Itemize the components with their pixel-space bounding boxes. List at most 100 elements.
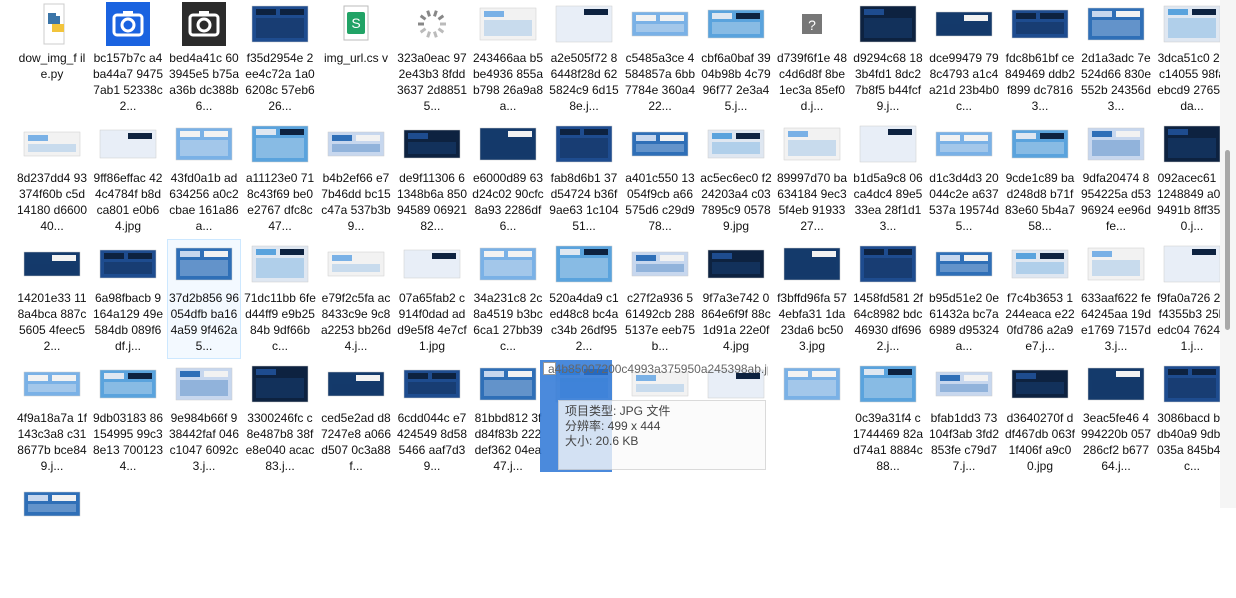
file-item[interactable]: 9cde1c89 bad248d8 b71f83e60 5b4a758...: [1004, 120, 1076, 238]
file-name: 1458fd581 2f64c8982 bdc46930 df6962.j...: [852, 291, 924, 353]
file-item[interactable]: e6000d89 63d24c02 90cfc8a93 2286df6...: [472, 120, 544, 238]
file-item[interactable]: 3eac5fe46 4994220b 057286cf2 b67764.j...: [1080, 360, 1152, 478]
file-item[interactable]: c27f2a936 561492cb 2885137e eeb75b...: [624, 240, 696, 358]
file-name: 89997d70 ba634184 9ec35f4eb 9193327...: [776, 171, 848, 233]
file-item[interactable]: 71dc11bb 6fed44ff9 e9b2584b 9df66bc...: [244, 240, 316, 358]
file-name: e6000d89 63d24c02 90cfc8a93 2286df6...: [472, 171, 544, 233]
image-thumbnail: [172, 242, 236, 286]
image-thumbnail: [552, 242, 616, 286]
unknown-icon: ?: [780, 2, 844, 46]
image-thumbnail: [704, 242, 768, 286]
file-item[interactable]: e79f2c5fa ac8433c9e 9c8a2253 bb26d4.j...: [320, 240, 392, 358]
file-item[interactable]: 34a231c8 2c8a4519 b3bc6ca1 27bb39c...: [472, 240, 544, 358]
file-item[interactable]: 633aaf622 fe64245aa 19de1769 7157d3.j...: [1080, 240, 1152, 358]
file-item[interactable]: cbf6a0baf 3904b98b 4c7996f77 2e3a45.j...: [700, 0, 772, 118]
scrollbar-thumb[interactable]: [1225, 150, 1230, 330]
file-item[interactable]: 07a65fab2 c914f0dad add9e5f8 4e7cf1.jpg: [396, 240, 468, 358]
file-name: 07a65fab2 c914f0dad add9e5f8 4e7cf1.jpg: [397, 291, 467, 353]
file-item[interactable]: 14201e33 118a4bca 887c5605 4feec52...: [16, 240, 88, 358]
file-item[interactable]: 0c39a31f4 c1744469 82ad74a1 8884c88...: [852, 360, 924, 478]
file-item[interactable]: bc157b7c a4ba44a7 94757ab1 52338c2...: [92, 0, 164, 118]
file-item[interactable]: 323a0eac 972e43b3 8fdd3637 2d88515...: [396, 0, 468, 118]
file-item[interactable]: 9f7a3e742 0864e6f9f 88c1d91a 22e0f4.jpg: [700, 240, 772, 358]
file-item[interactable]: ced5e2ad d87247e8 a066d507 0c3a88f...: [320, 360, 392, 478]
file-item[interactable]: fab8d6b1 37d54724 b36f9ae63 1c10451...: [548, 120, 620, 238]
file-item[interactable]: a11123e0 718c43f69 be0e2767 dfc8c47...: [244, 120, 316, 238]
image-thumbnail: [932, 122, 996, 166]
image-thumbnail: [20, 362, 84, 406]
file-item[interactable]: d9294c68 183b4fd1 8dc27b8f5 b44fcf9.j...: [852, 0, 924, 118]
file-item[interactable]: c5485a3ce 4584857a 6bb7784e 360a422...: [624, 0, 696, 118]
loading-icon: [400, 2, 464, 46]
file-item[interactable]: f7c4b3653 1244eaca e220fd786 a2a9e7.j...: [1004, 240, 1076, 358]
file-item[interactable]: 81bbd812 3fd84f83b 222def362 04ea47.j...: [472, 360, 544, 478]
file-item[interactable]: 43fd0a1b ad634256 a0c2cbae 161a86a...: [168, 120, 240, 238]
file-item[interactable]: d3640270f ddf467db 063f1f406f a9c00.jpg: [1004, 360, 1076, 478]
file-name: a2e505f72 86448f28d 625824c9 6d158e.j...: [549, 51, 619, 113]
image-thumbnail: [932, 362, 996, 406]
file-item[interactable]: [16, 480, 88, 598]
file-item[interactable]: fdc8b61bf ce849469 ddb2f899 dc78163...: [1004, 0, 1076, 118]
file-name: 6a98fbacb 9164a129 49e584db 089f6df.j...: [92, 291, 164, 353]
file-item[interactable]: 3300246fc c8e487b8 38fe8e040 acac83.j...: [244, 360, 316, 478]
file-name: d9294c68 183b4fd1 8dc27b8f5 b44fcf9.j...: [853, 51, 923, 113]
file-item[interactable]: 6cdd044c e7424549 8d585466 aaf7d39...: [396, 360, 468, 478]
image-thumbnail: [172, 362, 236, 406]
image-thumbnail: [1084, 362, 1148, 406]
file-item[interactable]: f3bffd96fa 574ebfa31 1da23da6 bc503.jpg: [776, 240, 848, 358]
file-name: 43fd0a1b ad634256 a0c2cbae 161a86a...: [169, 171, 239, 233]
file-name: 633aaf622 fe64245aa 19de1769 7157d3.j...: [1080, 291, 1152, 353]
file-item[interactable]: 6a98fbacb 9164a129 49e584db 089f6df.j...: [92, 240, 164, 358]
file-item[interactable]: de9f11306 61348b6a 85094589 0692182...: [396, 120, 468, 238]
file-item[interactable]: 4f9a18a7a 1f143c3a8 c318677b bce849.j...: [16, 360, 88, 478]
image-thumbnail: [628, 242, 692, 286]
image-thumbnail: [1008, 122, 1072, 166]
file-name: 323a0eac 972e43b3 8fdd3637 2d88515...: [396, 51, 468, 113]
file-item[interactable]: 520a4da9 c1ed48c8 bc4ac34b 26df952...: [548, 240, 620, 358]
file-item[interactable]: b95d51e2 0e61432a bc7a6989 d95324a...: [928, 240, 1000, 358]
file-item[interactable]: a2e505f72 86448f28d 625824c9 6d158e.j...: [548, 0, 620, 118]
file-item[interactable]: Simg_url.cs v: [320, 0, 392, 118]
file-item[interactable]: b1d5a9c8 06ca4dc4 89e533ea 28f1d13...: [852, 120, 924, 238]
file-item[interactable]: f9fa0a726 24f4355b3 25bedc04 7624b1.j...: [1156, 240, 1228, 358]
file-item[interactable]: b4b2ef66 e77b46dd bc15c47a 537b3b9...: [320, 120, 392, 238]
vertical-scrollbar[interactable]: [1220, 0, 1236, 508]
file-item[interactable]: 9ff86effac 424c4784f b8dca801 e0b64.jpg: [92, 120, 164, 238]
file-item[interactable]: [776, 360, 848, 478]
file-item[interactable]: 3dca51c0 20c14055 98faebcd9 27658da...: [1156, 0, 1228, 118]
file-item[interactable]: f35d2954e 2ee4c72a 1a06208c 57eb626...: [244, 0, 316, 118]
file-item[interactable]: 9dfa20474 8954225a d5396924 ee96dfe...: [1080, 120, 1152, 238]
file-name: b1d5a9c8 06ca4dc4 89e533ea 28f1d13...: [853, 171, 923, 233]
file-name: 243466aa b5be4936 855ab798 26a9a8a...: [472, 51, 544, 113]
file-name: dow_img_f ile.py: [18, 51, 86, 81]
image-thumbnail: [856, 2, 920, 46]
file-item[interactable]: 89997d70 ba634184 9ec35f4eb 9193327...: [776, 120, 848, 238]
file-item[interactable]: 9e984b66f 938442faf 046c1047 6092c3.j...: [168, 360, 240, 478]
file-item[interactable]: dow_img_f ile.py: [16, 0, 88, 118]
file-name: 9db03183 86154995 99c38e13 7001234...: [92, 411, 164, 473]
tooltip-type: 项目类型: JPG 文件: [565, 404, 671, 418]
file-item[interactable]: d1c3d4d3 20044c2e a637537a 19574d5...: [928, 120, 1000, 238]
file-item[interactable]: bfab1dd3 73104f3ab 3fd2853fe c79d77.j...: [928, 360, 1000, 478]
file-item[interactable]: 2d1a3adc 7e524d66 830e552b 24356d3...: [1080, 0, 1152, 118]
image-thumbnail: [476, 2, 540, 46]
file-item[interactable]: 243466aa b5be4936 855ab798 26a9a8a...: [472, 0, 544, 118]
file-name: b95d51e2 0e61432a bc7a6989 d95324a...: [928, 291, 1000, 353]
image-thumbnail: [96, 362, 160, 406]
file-item[interactable]: bed4a41c 603945e5 b75aa36b dc388b6...: [168, 0, 240, 118]
image-thumbnail: [172, 122, 236, 166]
file-item[interactable]: 092acec61 81248849 a0b9491b 8ff35a0.j...: [1156, 120, 1228, 238]
file-item[interactable]: 8d237dd4 93374f60b c5d14180 d660040...: [16, 120, 88, 238]
file-name: 9dfa20474 8954225a d5396924 ee96dfe...: [1080, 171, 1152, 233]
file-item[interactable]: ? d739f6f1e 48c4d6d8f 8be1ec3a 85ef0d.j..…: [776, 0, 848, 118]
file-item[interactable]: ac5ec6ec0 f224203a4 c037895c9 05789.jpg: [700, 120, 772, 238]
file-item[interactable]: 3086bacd b8db40a9 9dba035a 845b46c...: [1156, 360, 1228, 478]
file-item[interactable]: 1458fd581 2f64c8982 bdc46930 df6962.j...: [852, 240, 924, 358]
file-name: 71dc11bb 6fed44ff9 e9b2584b 9df66bc...: [244, 291, 316, 353]
file-name: 9ff86effac 424c4784f b8dca801 e0b64.jpg: [93, 171, 163, 233]
camera-icon: [172, 2, 236, 46]
file-item[interactable]: a401c550 13054f9cb a66575d6 c29d978...: [624, 120, 696, 238]
file-item[interactable]: 9db03183 86154995 99c38e13 7001234...: [92, 360, 164, 478]
file-item[interactable]: dce99479 798c4793 a1c4a21d 23b4b0c...: [928, 0, 1000, 118]
file-item[interactable]: 37d2b856 96054dfb ba164a59 9f462a5...: [167, 239, 241, 359]
